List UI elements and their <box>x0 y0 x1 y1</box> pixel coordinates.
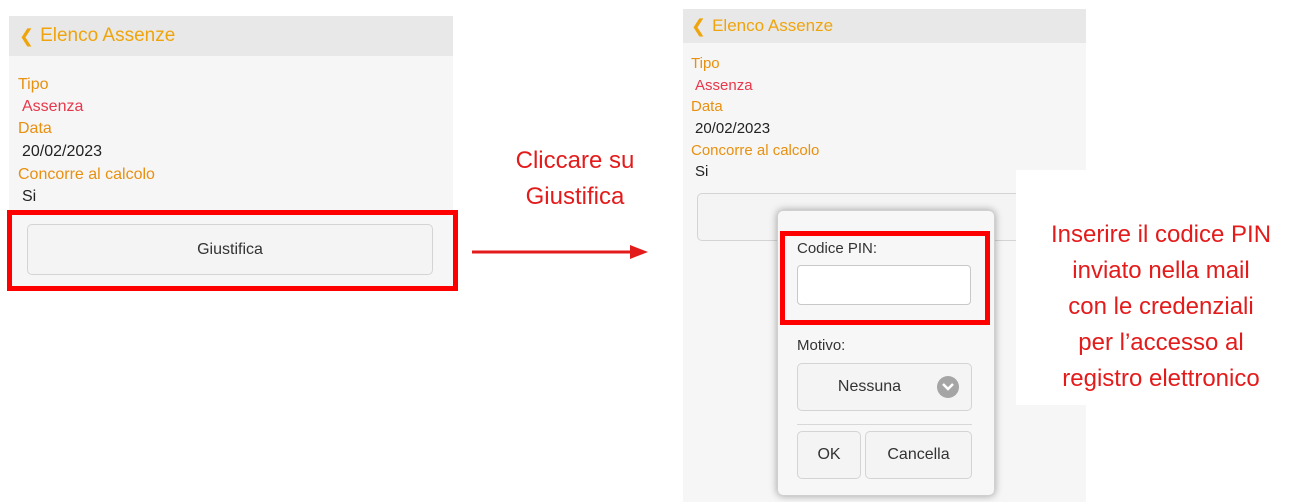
field-value-concorre: Si <box>22 188 37 205</box>
field-label-tipo: Tipo <box>691 55 720 72</box>
arrow-right-icon <box>472 245 648 259</box>
back-link[interactable]: ❮ Elenco Assenze <box>683 9 1086 43</box>
cancel-button[interactable]: Cancella <box>865 431 972 479</box>
instruction-pin-line-4: per l’accesso al <box>1078 329 1244 356</box>
reason-select[interactable]: Nessuna <box>797 363 972 411</box>
field-value-concorre: Si <box>695 163 709 180</box>
chevron-left-icon: ❮ <box>691 15 707 36</box>
field-label-data: Data <box>18 120 52 137</box>
reason-label: Motivo: <box>797 337 846 354</box>
field-label-data: Data <box>691 98 723 115</box>
divider <box>797 424 972 425</box>
highlight-pin <box>780 231 990 325</box>
field-value-tipo: Assenza <box>22 98 84 115</box>
instruction-click: Cliccare su Giustifica <box>490 143 660 215</box>
instruction-pin-line-5: registro elettronico <box>1062 365 1260 392</box>
field-value-tipo: Assenza <box>695 77 753 94</box>
chevron-left-icon: ❮ <box>19 25 35 46</box>
field-value-data: 20/02/2023 <box>695 120 771 137</box>
chevron-down-circle-icon <box>937 376 959 398</box>
back-link[interactable]: ❮ Elenco Assenze <box>9 16 453 56</box>
field-value-data: 20/02/2023 <box>22 143 103 160</box>
highlight-giustifica <box>7 210 458 291</box>
instruction-click-line-2: Giustifica <box>525 183 625 210</box>
back-label: Elenco Assenze <box>40 25 176 46</box>
back-label: Elenco Assenze <box>712 16 834 35</box>
field-label-concorre: Concorre al calcolo <box>18 166 155 183</box>
field-label-concorre: Concorre al calcolo <box>691 142 820 159</box>
ok-button[interactable]: OK <box>797 431 861 479</box>
instruction-pin-line-3: con le credenziali <box>1068 293 1254 320</box>
instruction-pin: Inserire il codice PIN inviato nella mai… <box>1016 170 1306 405</box>
instruction-pin-line-1: Inserire il codice PIN <box>1050 221 1272 248</box>
field-label-tipo: Tipo <box>18 76 49 93</box>
reason-selected-value: Nessuna <box>837 378 902 395</box>
instruction-pin-line-2: inviato nella mail <box>1072 257 1250 284</box>
instruction-click-line-1: Cliccare su <box>515 147 635 174</box>
